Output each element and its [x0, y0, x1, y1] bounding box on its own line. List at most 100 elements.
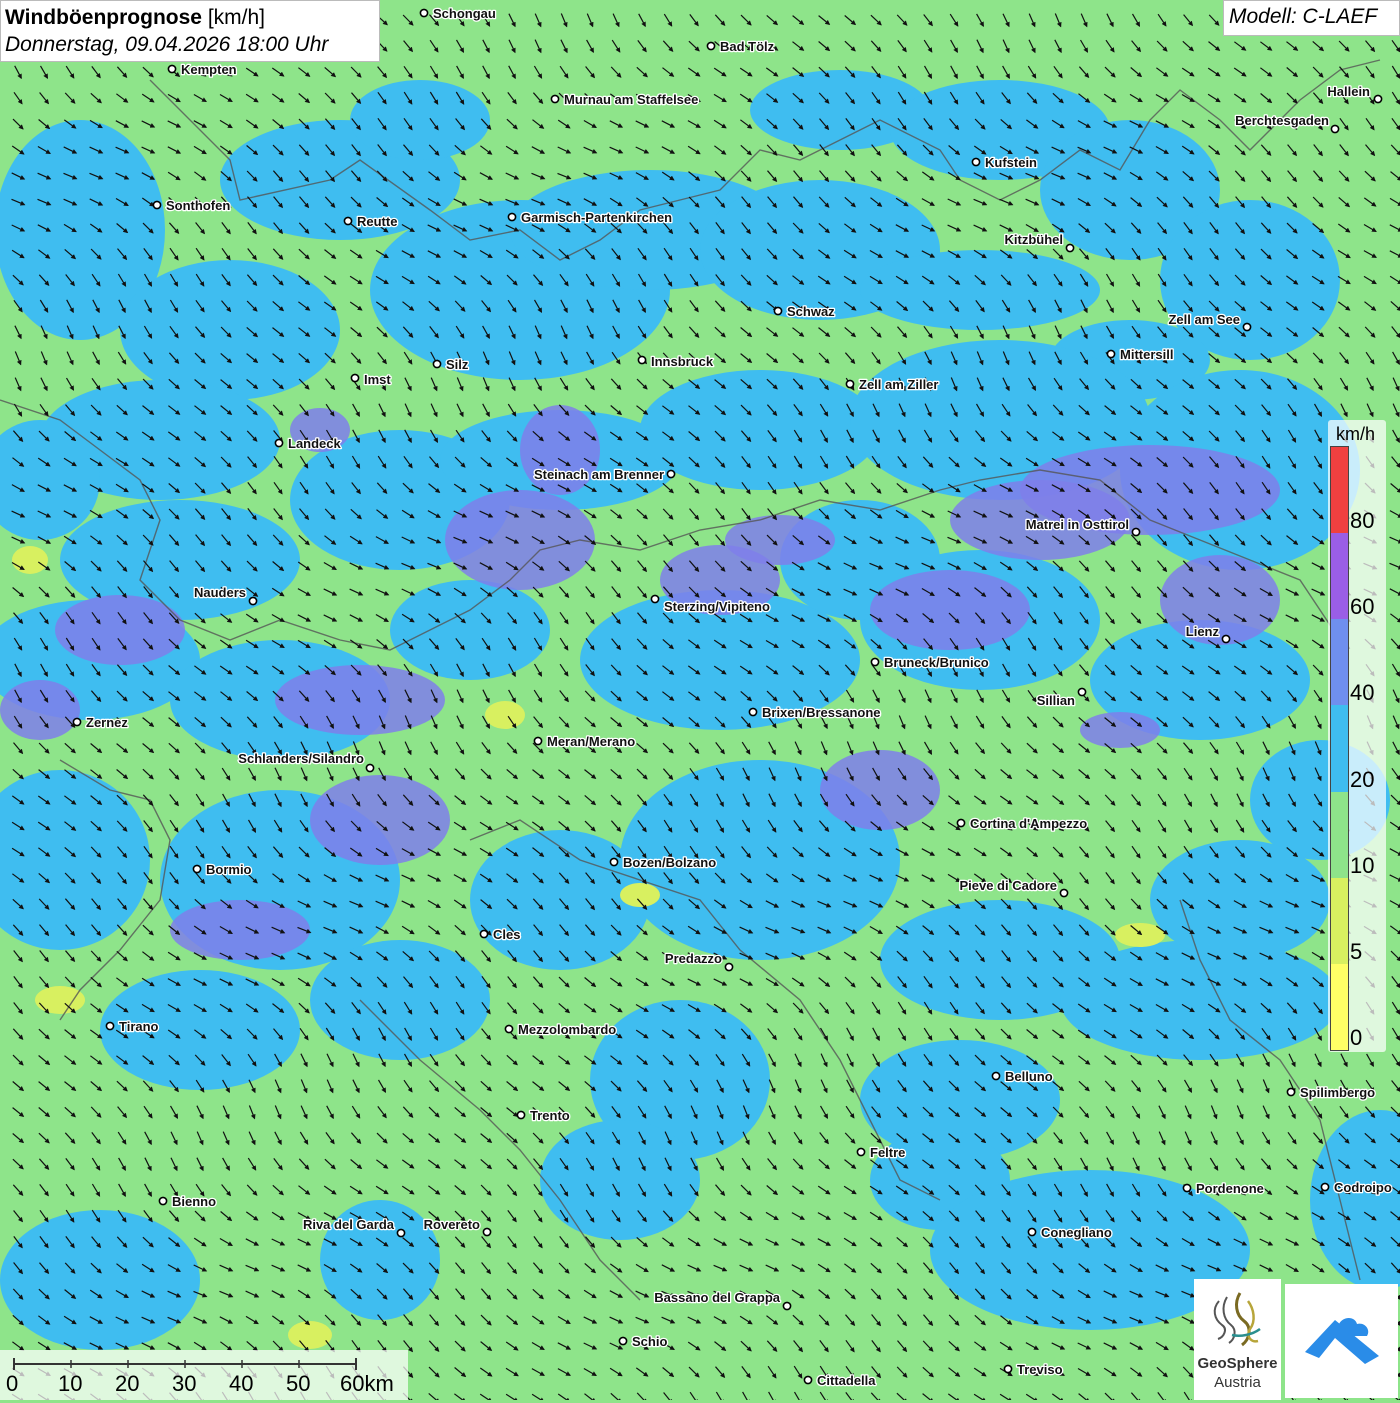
city-label-steinach-am-brenner: Steinach am Brenner [534, 467, 664, 482]
legend-segment [1331, 447, 1348, 533]
legend-colorbar [1330, 446, 1349, 1051]
city-label-matrei-in-osttirol: Matrei in Osttirol [1026, 517, 1129, 532]
city-marker-silz [433, 360, 440, 367]
city-label-cortina-d-ampezzo: Cortina d'Ampezzo [970, 816, 1087, 831]
wind-zone-strong [1160, 555, 1280, 645]
scale-bar: 0 10 20 30 40 50 60km [0, 1350, 408, 1400]
app-logo[interactable] [1285, 1284, 1398, 1398]
city-label-cles: Cles [493, 927, 520, 942]
wind-zone-weak [288, 1321, 332, 1349]
city-marker-imst [351, 374, 358, 381]
city-label-bormio: Bormio [206, 862, 252, 877]
wind-zone-moderate [310, 940, 490, 1060]
city-label-conegliano: Conegliano [1041, 1225, 1112, 1240]
city-label-treviso: Treviso [1017, 1362, 1063, 1377]
legend-segment [1331, 705, 1348, 791]
city-marker-meran-merano [534, 737, 541, 744]
city-label-pordenone: Pordenone [1196, 1181, 1264, 1196]
legend-unit: km/h [1336, 424, 1375, 445]
city-marker-brixen-bressanone [749, 708, 756, 715]
city-marker-bormio [193, 865, 200, 872]
wind-zone-strong [170, 900, 310, 960]
city-label-mittersill: Mittersill [1120, 347, 1173, 362]
wind-zone-strong [820, 750, 940, 830]
city-marker-sonthofen [153, 201, 160, 208]
city-marker-steinach-am-brenner [667, 470, 674, 477]
legend-tick-label: 80 [1350, 508, 1374, 534]
city-label-nauders: Nauders [194, 585, 246, 600]
city-marker-nauders [249, 597, 256, 604]
scale-label-10: 10 [58, 1371, 82, 1397]
city-label-schlanders-silandro: Schlanders/Silandro [238, 751, 364, 766]
city-marker-spilimbergo [1287, 1088, 1294, 1095]
legend-segment [1331, 964, 1348, 1050]
city-marker-kitzbuhel [1066, 244, 1073, 251]
city-label-kufstein: Kufstein [985, 155, 1037, 170]
title-text: Windböenprognose [5, 6, 202, 29]
scale-label-0: 0 [6, 1371, 18, 1397]
city-label-riva-del-garda: Riva del Garda [303, 1217, 395, 1232]
legend-tick-label: 0 [1350, 1025, 1362, 1051]
city-label-cittadella: Cittadella [817, 1373, 876, 1388]
city-marker-matrei-in-osttirol [1132, 528, 1139, 535]
city-marker-sterzing-vipiteno [651, 595, 658, 602]
scale-label-20: 20 [115, 1371, 139, 1397]
city-label-zernez: Zernez [86, 715, 128, 730]
city-marker-schwaz [774, 307, 781, 314]
city-label-sonthofen: Sonthofen [166, 198, 230, 213]
city-marker-bad-tolz [707, 42, 714, 49]
title-box: Windböenprognose [km/h] Donnerstag, 09.0… [0, 0, 380, 62]
city-label-bozen-bolzano: Bozen/Bolzano [623, 855, 716, 870]
scale-label-60km: 60km [340, 1371, 394, 1397]
city-label-kempten: Kempten [181, 62, 237, 77]
city-label-brixen-bressanone: Brixen/Bressanone [762, 705, 881, 720]
city-label-belluno: Belluno [1005, 1069, 1053, 1084]
scale-label-40: 40 [229, 1371, 253, 1397]
color-legend: km/h 051020406080 [1328, 420, 1386, 1052]
wind-zone-moderate [120, 260, 340, 400]
scale-label-50: 50 [286, 1371, 310, 1397]
legend-tick-label: 20 [1350, 767, 1374, 793]
city-label-schwaz: Schwaz [787, 304, 835, 319]
wind-zone-strong [1080, 712, 1160, 748]
geosphere-name: GeoSphere [1194, 1355, 1281, 1372]
city-marker-bienno [159, 1197, 166, 1204]
legend-tick-label: 40 [1350, 680, 1374, 706]
geosphere-emblem-icon [1194, 1279, 1281, 1355]
model-label: Modell: C-LAEF [1223, 0, 1400, 36]
scale-label-30: 30 [172, 1371, 196, 1397]
city-label-hallein: Hallein [1327, 84, 1370, 99]
city-marker-landeck [275, 439, 282, 446]
legend-tick-label: 5 [1350, 939, 1362, 965]
city-marker-zell-am-see [1243, 323, 1250, 330]
city-marker-innsbruck [638, 356, 645, 363]
city-label-pieve-di-cadore: Pieve di Cadore [959, 878, 1057, 893]
city-marker-mittersill [1107, 350, 1114, 357]
city-label-tirano: Tirano [119, 1019, 159, 1034]
city-marker-lienz [1222, 635, 1229, 642]
wind-zone-strong [870, 570, 1030, 650]
city-marker-bassano-del-grappa [783, 1302, 790, 1309]
wind-zone-moderate [0, 1210, 200, 1350]
city-marker-pordenone [1183, 1184, 1190, 1191]
wind-zone-weak [12, 546, 48, 574]
mountain-cloud-icon [1285, 1284, 1398, 1398]
wind-zone-weak [620, 883, 660, 907]
legend-tick-label: 10 [1350, 853, 1374, 879]
city-label-sillian: Sillian [1037, 693, 1075, 708]
geosphere-logo[interactable]: GeoSphere Austria [1194, 1279, 1281, 1400]
city-label-trento: Trento [530, 1108, 570, 1123]
city-label-innsbruck: Innsbruck [651, 354, 714, 369]
city-marker-belluno [992, 1072, 999, 1079]
wind-zone-moderate [860, 250, 1100, 330]
city-label-schongau: Schongau [433, 6, 496, 21]
city-label-landeck: Landeck [288, 436, 342, 451]
wind-gust-map: SchongauBad TölzKemptenMurnau am Staffel… [0, 0, 1400, 1400]
city-marker-kufstein [972, 158, 979, 165]
city-label-spilimbergo: Spilimbergo [1300, 1085, 1375, 1100]
city-marker-rovereto [483, 1228, 490, 1235]
city-label-predazzo: Predazzo [665, 951, 722, 966]
city-label-sterzing-vipiteno: Sterzing/Vipiteno [664, 599, 770, 614]
legend-segment [1331, 792, 1348, 878]
city-marker-cittadella [804, 1376, 811, 1383]
